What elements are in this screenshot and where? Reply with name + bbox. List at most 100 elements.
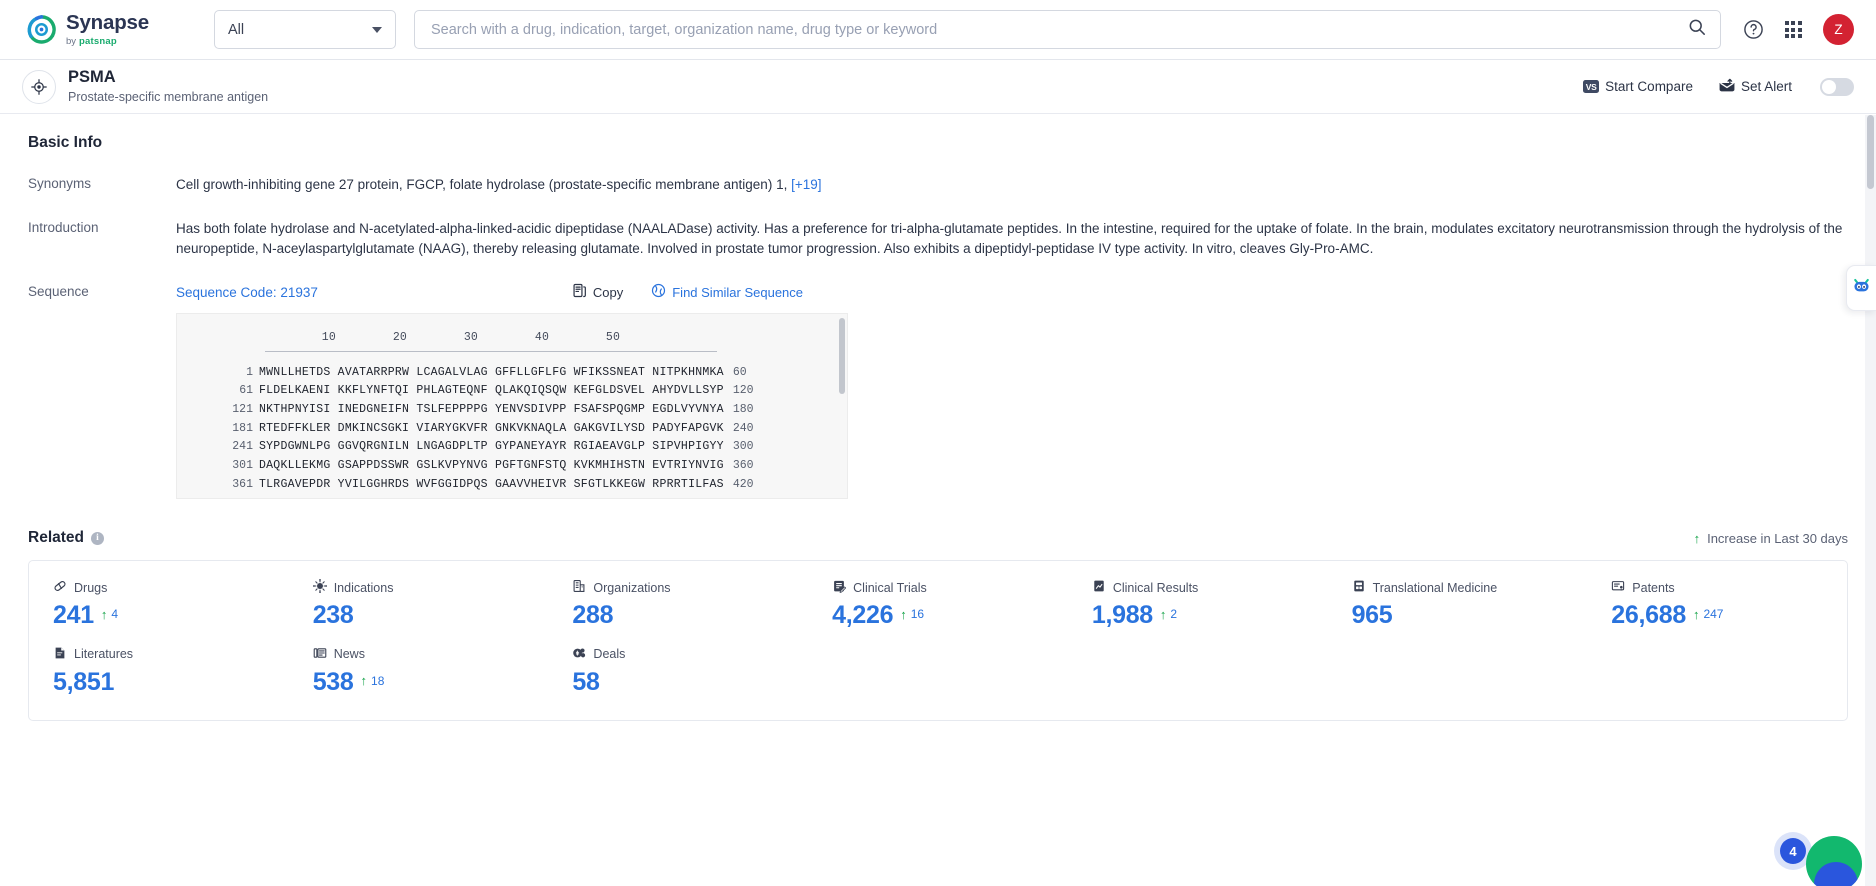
metric-value-row: 1,988 ↑ 2 xyxy=(1092,600,1328,631)
metric-value[interactable]: 26,688 xyxy=(1611,600,1686,631)
metric-value[interactable]: 4,226 xyxy=(832,600,893,631)
handshake-coin-icon xyxy=(572,646,586,663)
arrow-up-icon: ↑ xyxy=(360,673,368,689)
metric-patents: Patents 26,688 ↑ 247 xyxy=(1587,579,1847,631)
metric-head: Deals xyxy=(572,646,808,663)
metric-value-row: 26,688 ↑ 247 xyxy=(1611,600,1847,631)
arrow-up-icon: ↑ xyxy=(100,606,108,622)
metric-label: Deals xyxy=(593,647,626,662)
chevron-down-icon xyxy=(372,26,382,33)
increase-note-label: Increase in Last 30 days xyxy=(1707,530,1848,546)
metric-value[interactable]: 1,988 xyxy=(1092,600,1153,631)
sequence-code-link[interactable]: Sequence Code: 21937 xyxy=(176,283,318,304)
basic-info-heading-text: Basic Info xyxy=(28,134,103,151)
target-icon xyxy=(22,69,56,104)
metric-deals: Deals 58 xyxy=(548,646,808,698)
sequence-residues: NKTHPNYISI INEDGNEIFN TSLFEPPPPG YENVSDI… xyxy=(259,403,724,417)
metric-delta: ↑ 247 xyxy=(1693,600,1724,621)
sequence-row: 121 NKTHPNYISI INEDGNEIFN TSLFEPPPPG YENV… xyxy=(177,401,847,420)
building-icon xyxy=(572,579,586,596)
sequence-scrollbar-thumb[interactable] xyxy=(839,318,845,395)
clipboard-pen-icon xyxy=(832,579,847,596)
sequence-start-index: 241 xyxy=(232,440,253,454)
sequence-end-index: 60 xyxy=(732,365,747,379)
sequence-label: Sequence xyxy=(28,283,89,299)
metric-drugs: Drugs 241 ↑ 4 xyxy=(29,579,289,631)
lab-doc-icon xyxy=(1352,579,1366,596)
search-scope-select[interactable]: All xyxy=(214,10,396,49)
search-input[interactable] xyxy=(431,21,1688,38)
info-icon[interactable]: i xyxy=(91,531,104,545)
metric-label: News xyxy=(333,647,365,662)
help-icon[interactable] xyxy=(1743,19,1764,40)
copy-icon xyxy=(572,283,587,304)
main-content: Basic Info Synonyms Cell growth-inhibiti… xyxy=(0,115,1876,886)
sequence-start-index: 61 xyxy=(239,384,253,398)
find-similar-label: Find Similar Sequence xyxy=(672,285,804,301)
metric-delta: ↑ 18 xyxy=(361,667,385,688)
introduction-label: Introduction xyxy=(28,219,99,235)
global-search-bar[interactable] xyxy=(414,10,1721,49)
sequence-row: 181 RTEDFFKLER DMKINCSGKI VIARYGKVFR GNKV… xyxy=(177,420,847,439)
sequence-start-index: 1 xyxy=(246,365,253,379)
newspaper-icon xyxy=(313,646,327,663)
search-scope-value: All xyxy=(228,21,245,38)
patent-card-icon xyxy=(1611,579,1625,596)
metric-value-row: 965 xyxy=(1352,600,1588,631)
metric-value-row: 58 xyxy=(572,667,808,698)
sequence-viewer[interactable]: 10 20 30 40 50 1 MWNLLHETDS AVATARRPRW LC… xyxy=(176,313,848,500)
set-alert-button[interactable]: Set Alert xyxy=(1719,78,1792,95)
arrow-up-icon: ↑ xyxy=(1693,530,1701,546)
basic-info-heading: Basic Info xyxy=(28,134,1854,152)
introduction-value: Has both folate hydrolase and N-acetylat… xyxy=(176,220,1843,257)
metric-head: Patents xyxy=(1611,579,1847,596)
brand-tagline: by patsnap xyxy=(66,35,149,47)
assistant-bubble-icon[interactable] xyxy=(1806,836,1862,886)
metric-indications: Indications 238 xyxy=(289,579,549,631)
metric-value[interactable]: 58 xyxy=(572,667,600,698)
sequence-start-index: 181 xyxy=(232,421,253,435)
sequence-tools: Copy Find Similar Sequence xyxy=(572,283,803,304)
synonyms-value: Cell growth-inhibiting gene 27 protein, … xyxy=(176,177,788,192)
metric-value-row: 238 xyxy=(313,600,549,631)
related-metrics-card: Drugs 241 ↑ 4 Indications 238 Organizations 288… xyxy=(28,560,1848,721)
synonyms-more-link[interactable]: [+19] xyxy=(791,177,821,192)
search-icon[interactable] xyxy=(1688,18,1706,41)
sequence-start-index: 361 xyxy=(232,477,253,491)
metric-value[interactable]: 288 xyxy=(572,600,613,631)
metric-delta-value: 4 xyxy=(111,607,118,622)
metric-value[interactable]: 538 xyxy=(313,667,354,698)
metric-head: Organizations xyxy=(572,579,808,596)
page-scrollbar-thumb[interactable] xyxy=(1867,115,1874,189)
brand-logo[interactable]: Synapse by patsnap xyxy=(26,12,186,47)
start-compare-button[interactable]: VS Start Compare xyxy=(1583,79,1693,94)
copy-button[interactable]: Copy xyxy=(572,283,623,304)
metric-value[interactable]: 241 xyxy=(53,600,94,631)
chart-doc-icon xyxy=(1092,579,1106,596)
metric-translational-medicine: Translational Medicine 965 xyxy=(1328,579,1588,631)
sequence-rows: 1 MWNLLHETDS AVATARRPRW LCAGALVLAG GFFLLG… xyxy=(177,364,847,494)
metric-value[interactable]: 238 xyxy=(313,600,354,631)
user-avatar[interactable]: Z xyxy=(1823,14,1854,45)
assistant-side-tab[interactable] xyxy=(1846,265,1876,311)
brand-by-text: by xyxy=(66,35,77,47)
metric-head: Indications xyxy=(312,579,549,596)
sequence-ruler-line xyxy=(265,350,717,352)
sequence-start-index: 301 xyxy=(232,458,253,472)
entity-header: PSMA Prostate-specific membrane antigen … xyxy=(0,60,1876,114)
page-scrollbar[interactable] xyxy=(1865,115,1876,886)
app-grid-icon[interactable] xyxy=(1784,20,1802,39)
metric-value[interactable]: 5,851 xyxy=(53,667,114,698)
related-heading: Related i xyxy=(28,529,104,547)
metric-label: Indications xyxy=(333,580,394,595)
sequence-end-index: 420 xyxy=(732,477,754,491)
set-alert-label: Set Alert xyxy=(1740,79,1792,94)
metric-value[interactable]: 965 xyxy=(1352,600,1393,631)
metric-news: News 538 ↑ 18 xyxy=(289,646,549,698)
alert-toggle[interactable] xyxy=(1820,77,1854,96)
notification-badge[interactable]: 4 xyxy=(1780,838,1806,864)
sequence-row: 61 FLDELKAENI KKFLYNFTQI PHLAGTEQNF QLAKQ… xyxy=(177,382,847,401)
synapse-logo-icon xyxy=(26,14,57,45)
sequence-row: Sequence Sequence Code: 21937 Copy Find … xyxy=(22,283,1854,500)
find-similar-sequence-button[interactable]: Find Similar Sequence xyxy=(651,283,803,304)
